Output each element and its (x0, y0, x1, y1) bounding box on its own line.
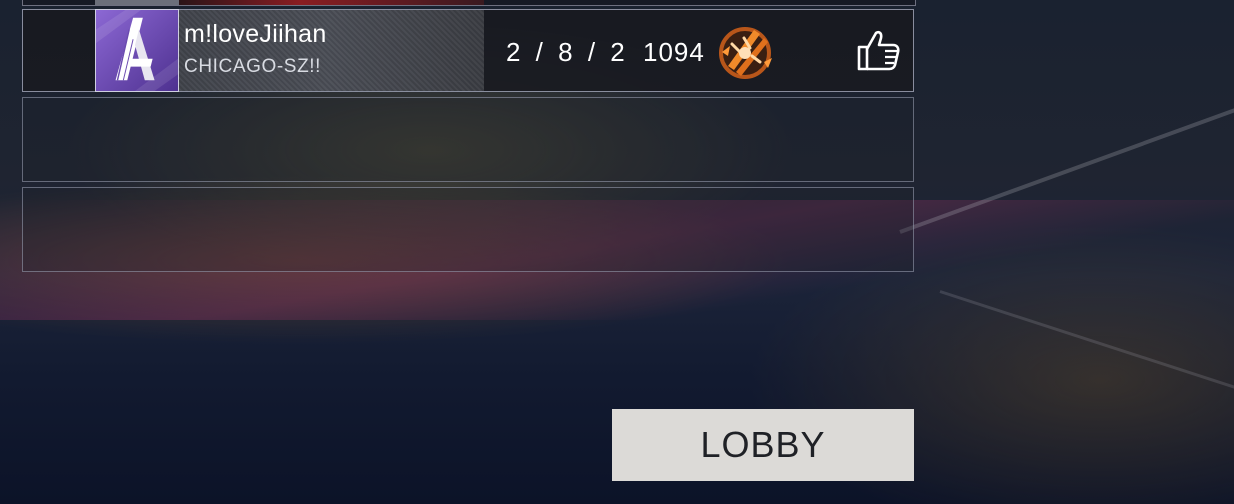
player-stats: 2 / 8 / 2 (506, 37, 629, 67)
empty-player-slot (22, 97, 914, 182)
letter-a-avatar-icon (95, 9, 179, 92)
rank-badge-icon (714, 22, 776, 84)
player-row: m!loveJiihan CHICAGO-SZ!! 2 / 8 / 2 1094 (22, 9, 914, 92)
lobby-button[interactable]: LOBBY (612, 409, 914, 481)
empty-player-slot (22, 187, 914, 272)
player-banner (179, 0, 484, 5)
previous-player-row (22, 0, 916, 6)
like-button[interactable] (855, 27, 901, 73)
player-club-tag: CHICAGO-SZ!! (184, 56, 322, 77)
player-score: 1094 (643, 37, 705, 67)
thumbs-up-icon (857, 30, 900, 71)
player-name: m!loveJiihan (184, 20, 327, 48)
avatar (95, 0, 179, 5)
